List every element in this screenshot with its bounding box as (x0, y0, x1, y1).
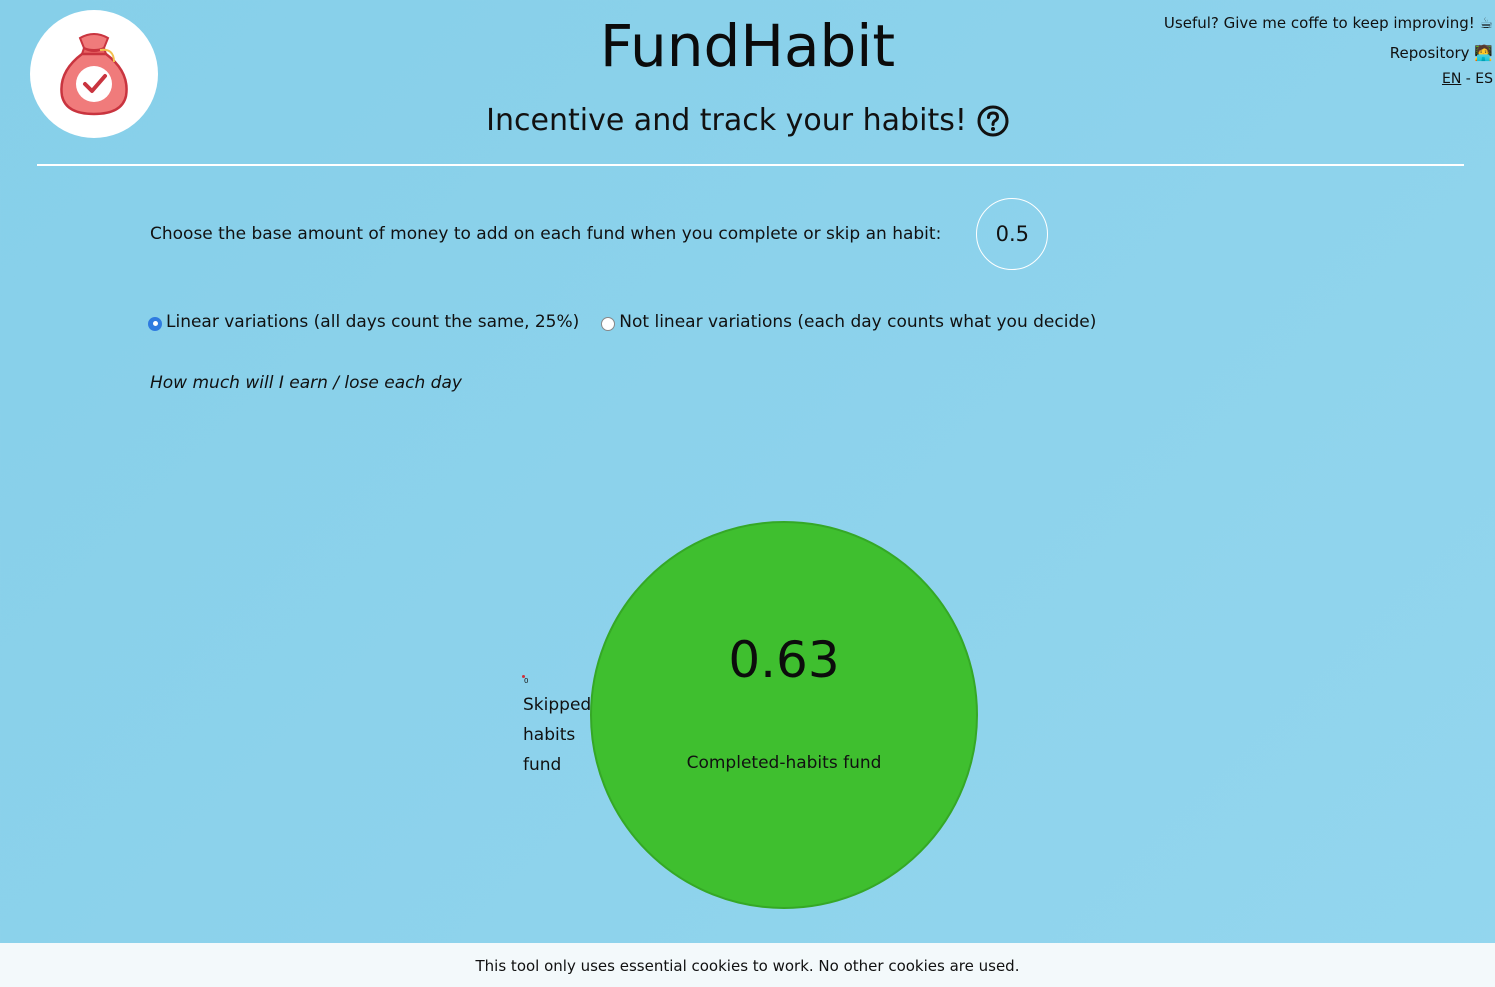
lang-en-link[interactable]: EN (1442, 71, 1461, 87)
radio-nonlinear-option[interactable]: Not linear variations (each day counts w… (601, 312, 1096, 332)
radio-nonlinear-label: Not linear variations (each day counts w… (619, 312, 1097, 332)
radio-linear-label: Linear variations (all days count the sa… (166, 312, 580, 332)
cookie-notice: This tool only uses essential cookies to… (0, 943, 1495, 987)
completed-fund-value: 0.63 (728, 631, 840, 689)
top-links: Useful? Give me coffe to keep improving!… (1164, 8, 1493, 90)
skipped-fund-label: Skipped-habits fund (523, 695, 598, 775)
lang-es-link[interactable]: ES (1475, 71, 1493, 87)
completed-fund-label: Completed-habits fund (686, 753, 882, 773)
language-switcher: EN - ES (1164, 68, 1493, 90)
radio-nonlinear[interactable] (601, 316, 616, 331)
variation-options: Linear variations (all days count the sa… (148, 312, 1118, 332)
coffee-link[interactable]: Useful? Give me coffe to keep improving!… (1164, 14, 1493, 32)
base-amount-label: Choose the base amount of money to add o… (150, 223, 942, 244)
skipped-fund-value: 0 (524, 677, 529, 685)
subtitle-text: Incentive and track your habits! (486, 103, 967, 138)
header-divider (37, 164, 1464, 166)
base-amount-row: Choose the base amount of money to add o… (150, 197, 1049, 270)
radio-linear[interactable] (148, 316, 162, 331)
question-circle-icon[interactable] (977, 105, 1009, 137)
completed-fund-bubble: 0.63 Completed-habits fund (590, 521, 978, 909)
earnings-hint-link[interactable]: How much will I earn / lose each day (150, 373, 462, 393)
repository-link[interactable]: Repository 🧑‍💻 (1390, 44, 1493, 62)
radio-linear-option[interactable]: Linear variations (all days count the sa… (148, 312, 579, 332)
base-amount-input[interactable] (976, 197, 1049, 270)
page-subtitle: Incentive and track your habits! (0, 103, 1495, 138)
lang-separator: - (1461, 71, 1476, 87)
